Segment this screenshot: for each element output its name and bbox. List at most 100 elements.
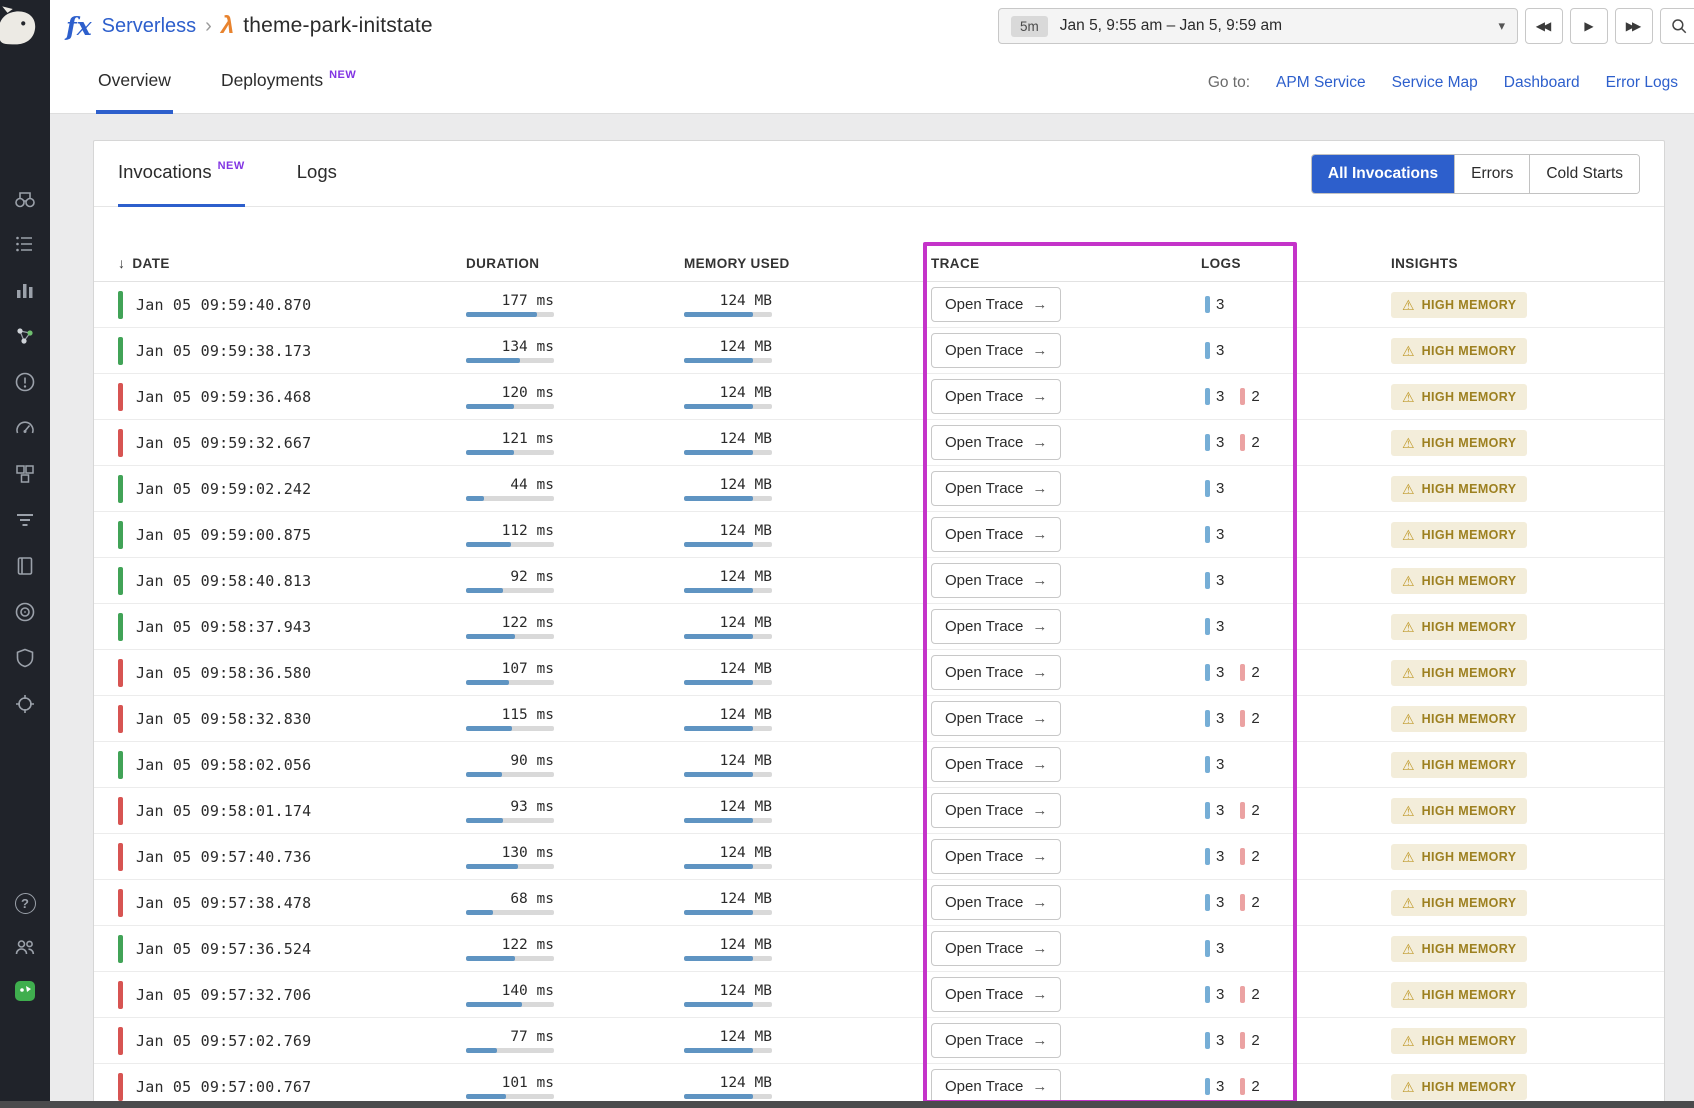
- log-badge-info[interactable]: 3: [1205, 894, 1224, 911]
- metrics-list-icon[interactable]: [12, 231, 38, 257]
- open-trace-button[interactable]: Open Trace →: [931, 563, 1061, 598]
- invocation-row[interactable]: Jan 05 09:57:38.478 68 ms 124 MB Open Tr…: [94, 880, 1664, 926]
- log-badge-info[interactable]: 3: [1205, 296, 1224, 313]
- insight-badge[interactable]: ⚠ HIGH MEMORY: [1391, 890, 1527, 916]
- column-header-date[interactable]: ↓DATE: [118, 255, 466, 271]
- binoculars-icon[interactable]: [12, 185, 38, 211]
- link-apm-service[interactable]: APM Service: [1276, 74, 1366, 92]
- log-badge-info[interactable]: 3: [1205, 940, 1224, 957]
- tab-deployments[interactable]: Deployments NEW: [219, 52, 358, 114]
- link-error-logs[interactable]: Error Logs: [1606, 74, 1678, 92]
- link-dashboard[interactable]: Dashboard: [1504, 74, 1580, 92]
- blocks-icon[interactable]: [12, 461, 38, 487]
- log-badge-error[interactable]: 2: [1240, 1078, 1259, 1095]
- log-badge-info[interactable]: 3: [1205, 342, 1224, 359]
- insight-badge[interactable]: ⚠ HIGH MEMORY: [1391, 430, 1527, 456]
- log-badge-info[interactable]: 3: [1205, 986, 1224, 1003]
- open-trace-button[interactable]: Open Trace →: [931, 517, 1061, 552]
- log-badge-info[interactable]: 3: [1205, 388, 1224, 405]
- open-trace-button[interactable]: Open Trace →: [931, 977, 1061, 1012]
- insight-badge[interactable]: ⚠ HIGH MEMORY: [1391, 384, 1527, 410]
- invocation-row[interactable]: Jan 05 09:57:02.769 77 ms 124 MB Open Tr…: [94, 1018, 1664, 1064]
- column-header-memory[interactable]: MEMORY USED: [684, 256, 931, 271]
- log-badge-error[interactable]: 2: [1240, 802, 1259, 819]
- open-trace-button[interactable]: Open Trace →: [931, 931, 1061, 966]
- insight-badge[interactable]: ⚠ HIGH MEMORY: [1391, 706, 1527, 732]
- open-trace-button[interactable]: Open Trace →: [931, 609, 1061, 644]
- invocation-row[interactable]: Jan 05 09:59:32.667 121 ms 124 MB Open T…: [94, 420, 1664, 466]
- service-map-icon[interactable]: [12, 323, 38, 349]
- datadog-logo-icon[interactable]: [0, 5, 39, 45]
- invocation-row[interactable]: Jan 05 09:58:37.943 122 ms 124 MB Open T…: [94, 604, 1664, 650]
- open-trace-button[interactable]: Open Trace →: [931, 701, 1061, 736]
- invocation-row[interactable]: Jan 05 09:59:38.173 134 ms 124 MB Open T…: [94, 328, 1664, 374]
- tab-logs[interactable]: Logs: [297, 141, 337, 207]
- invocation-row[interactable]: Jan 05 09:59:40.870 177 ms 124 MB Open T…: [94, 282, 1664, 328]
- tab-overview[interactable]: Overview: [96, 52, 173, 114]
- open-trace-button[interactable]: Open Trace →: [931, 793, 1061, 828]
- log-badge-error[interactable]: 2: [1240, 710, 1259, 727]
- insight-badge[interactable]: ⚠ HIGH MEMORY: [1391, 614, 1527, 640]
- insight-badge[interactable]: ⚠ HIGH MEMORY: [1391, 982, 1527, 1008]
- open-trace-button[interactable]: Open Trace →: [931, 1069, 1061, 1104]
- bar-chart-icon[interactable]: [12, 277, 38, 303]
- time-forward-button[interactable]: ▶: [1570, 8, 1608, 44]
- filter-errors[interactable]: Errors: [1454, 155, 1529, 193]
- insight-badge[interactable]: ⚠ HIGH MEMORY: [1391, 1074, 1527, 1100]
- log-badge-error[interactable]: 2: [1240, 894, 1259, 911]
- column-header-logs[interactable]: LOGS: [1201, 256, 1391, 271]
- insight-badge[interactable]: ⚠ HIGH MEMORY: [1391, 568, 1527, 594]
- log-badge-info[interactable]: 3: [1205, 1032, 1224, 1049]
- insight-badge[interactable]: ⚠ HIGH MEMORY: [1391, 752, 1527, 778]
- open-trace-button[interactable]: Open Trace →: [931, 287, 1061, 322]
- log-badge-info[interactable]: 3: [1205, 434, 1224, 451]
- invocation-row[interactable]: Jan 05 09:58:40.813 92 ms 124 MB Open Tr…: [94, 558, 1664, 604]
- invocation-row[interactable]: Jan 05 09:58:02.056 90 ms 124 MB Open Tr…: [94, 742, 1664, 788]
- invocation-row[interactable]: Jan 05 09:57:36.524 122 ms 124 MB Open T…: [94, 926, 1664, 972]
- open-trace-button[interactable]: Open Trace →: [931, 471, 1061, 506]
- log-badge-error[interactable]: 2: [1240, 986, 1259, 1003]
- help-icon[interactable]: ?: [12, 890, 38, 916]
- open-trace-button[interactable]: Open Trace →: [931, 1023, 1061, 1058]
- log-badge-error[interactable]: 2: [1240, 664, 1259, 681]
- invocation-row[interactable]: Jan 05 09:59:02.242 44 ms 124 MB Open Tr…: [94, 466, 1664, 512]
- log-badge-info[interactable]: 3: [1205, 572, 1224, 589]
- shield-icon[interactable]: [12, 645, 38, 671]
- log-badge-info[interactable]: 3: [1205, 526, 1224, 543]
- scope-icon[interactable]: [12, 691, 38, 717]
- log-badge-info[interactable]: 3: [1205, 756, 1224, 773]
- gauge-icon[interactable]: [12, 415, 38, 441]
- time-range-picker[interactable]: 5m Jan 5, 9:55 am – Jan 5, 9:59 am ▾: [998, 8, 1518, 44]
- breadcrumb-serverless-link[interactable]: Serverless: [102, 15, 196, 38]
- column-header-trace[interactable]: TRACE: [931, 256, 1201, 271]
- insight-badge[interactable]: ⚠ HIGH MEMORY: [1391, 660, 1527, 686]
- target-icon[interactable]: [12, 599, 38, 625]
- open-trace-button[interactable]: Open Trace →: [931, 333, 1061, 368]
- open-trace-button[interactable]: Open Trace →: [931, 747, 1061, 782]
- bits-ai-icon[interactable]: [12, 978, 38, 1004]
- filter-cold-starts[interactable]: Cold Starts: [1529, 155, 1639, 193]
- alert-circle-icon[interactable]: [12, 369, 38, 395]
- time-skip-forward-button[interactable]: ▶▶: [1615, 8, 1653, 44]
- filter-all-invocations[interactable]: All Invocations: [1312, 155, 1454, 193]
- log-badge-error[interactable]: 2: [1240, 388, 1259, 405]
- invocation-row[interactable]: Jan 05 09:59:36.468 120 ms 124 MB Open T…: [94, 374, 1664, 420]
- invocation-row[interactable]: Jan 05 09:59:00.875 112 ms 124 MB Open T…: [94, 512, 1664, 558]
- open-trace-button[interactable]: Open Trace →: [931, 379, 1061, 414]
- insight-badge[interactable]: ⚠ HIGH MEMORY: [1391, 292, 1527, 318]
- tab-invocations[interactable]: Invocations NEW: [118, 141, 245, 207]
- link-service-map[interactable]: Service Map: [1392, 74, 1478, 92]
- log-badge-info[interactable]: 3: [1205, 1078, 1224, 1095]
- users-icon[interactable]: [12, 934, 38, 960]
- insight-badge[interactable]: ⚠ HIGH MEMORY: [1391, 798, 1527, 824]
- invocation-row[interactable]: Jan 05 09:58:36.580 107 ms 124 MB Open T…: [94, 650, 1664, 696]
- column-header-insights[interactable]: INSIGHTS: [1391, 256, 1640, 271]
- open-trace-button[interactable]: Open Trace →: [931, 655, 1061, 690]
- log-badge-error[interactable]: 2: [1240, 434, 1259, 451]
- insight-badge[interactable]: ⚠ HIGH MEMORY: [1391, 522, 1527, 548]
- log-badge-info[interactable]: 3: [1205, 710, 1224, 727]
- invocation-row[interactable]: Jan 05 09:58:01.174 93 ms 124 MB Open Tr…: [94, 788, 1664, 834]
- open-trace-button[interactable]: Open Trace →: [931, 425, 1061, 460]
- open-trace-button[interactable]: Open Trace →: [931, 885, 1061, 920]
- log-badge-info[interactable]: 3: [1205, 618, 1224, 635]
